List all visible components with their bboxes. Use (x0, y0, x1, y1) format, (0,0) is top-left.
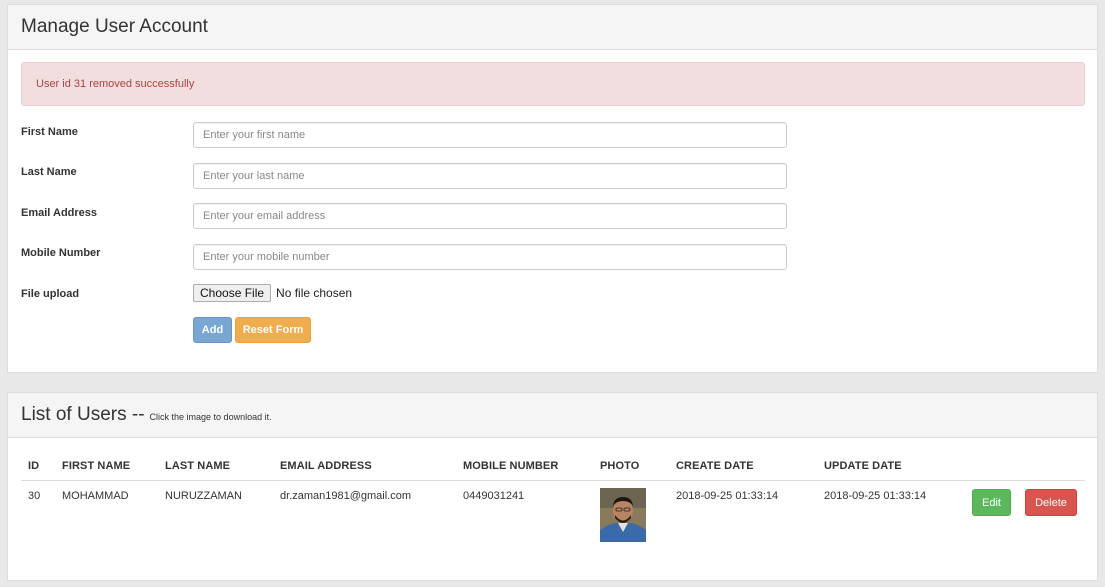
file-status-text: No file chosen (276, 286, 353, 300)
first-name-input[interactable] (193, 122, 787, 148)
delete-button[interactable]: Delete (1025, 489, 1077, 516)
table-header-divider (21, 480, 1085, 481)
col-header-last-name: LAST NAME (165, 460, 231, 472)
user-photo[interactable] (600, 488, 646, 542)
cell-last-name: NURUZZAMAN (165, 490, 242, 502)
first-name-label: First Name (21, 126, 78, 138)
last-name-input[interactable] (193, 163, 787, 189)
cell-first-name: MOHAMMAD (62, 490, 129, 502)
mobile-input[interactable] (193, 244, 787, 270)
alert-message: User id 31 removed successfully (36, 78, 195, 90)
list-hint: Click the image to download it. (149, 412, 272, 422)
file-upload-label: File upload (21, 288, 80, 300)
col-header-update-date: UPDATE DATE (824, 460, 902, 472)
file-upload-control: Choose File No file chosen (193, 284, 352, 302)
mobile-label: Mobile Number (21, 247, 101, 259)
add-button[interactable]: Add (193, 317, 232, 343)
col-header-first-name: FIRST NAME (62, 460, 131, 472)
cell-create-date: 2018-09-25 01:33:14 (676, 490, 779, 502)
last-name-label: Last Name (21, 166, 77, 178)
user-list-panel-header: List of Users -- Click the image to down… (8, 393, 1097, 438)
cell-email: dr.zaman1981@gmail.com (280, 490, 412, 502)
manage-user-panel: Manage User Account User id 31 removed s… (7, 4, 1098, 373)
col-header-email: EMAIL ADDRESS (280, 460, 372, 472)
col-header-mobile: MOBILE NUMBER (463, 460, 559, 472)
email-label: Email Address (21, 207, 98, 219)
manage-user-panel-header: Manage User Account (8, 5, 1097, 50)
success-alert: User id 31 removed successfully (21, 62, 1085, 106)
choose-file-button[interactable]: Choose File (193, 284, 272, 302)
cell-update-date: 2018-09-25 01:33:14 (824, 490, 927, 502)
cell-id: 30 (28, 490, 41, 502)
col-header-create-date: CREATE DATE (676, 460, 754, 472)
email-input[interactable] (193, 203, 787, 229)
col-header-id: ID (28, 460, 40, 472)
list-title: List of Users -- (21, 404, 145, 425)
col-header-photo: PHOTO (600, 460, 640, 472)
page-title: Manage User Account (21, 16, 208, 37)
user-list-panel: List of Users -- Click the image to down… (7, 392, 1098, 581)
edit-button[interactable]: Edit (972, 489, 1011, 516)
reset-form-button[interactable]: Reset Form (235, 317, 311, 343)
cell-mobile: 0449031241 (463, 490, 525, 502)
